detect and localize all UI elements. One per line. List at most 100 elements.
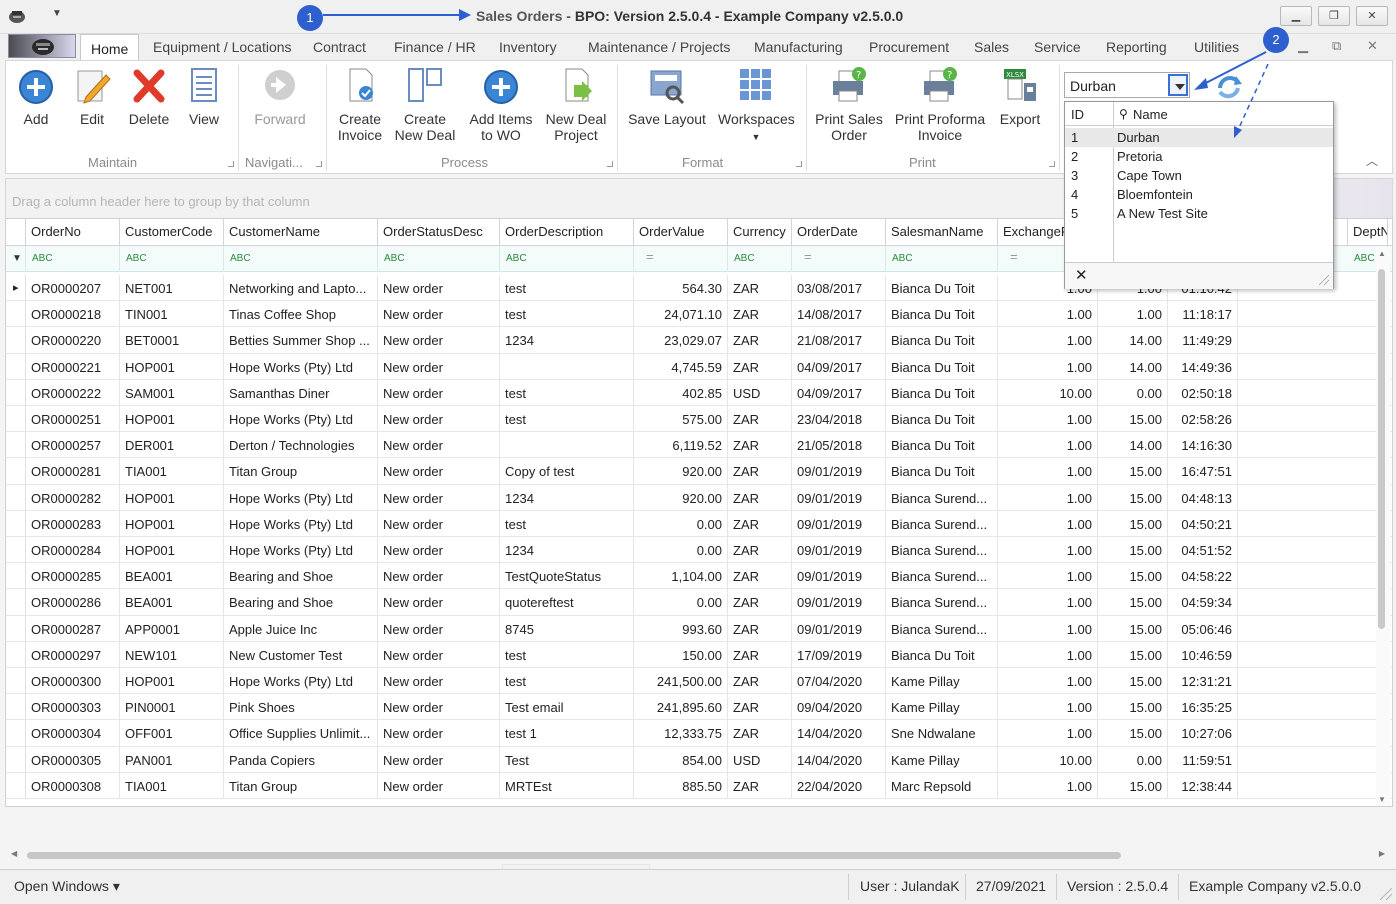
cell-ordervalue[interactable]: 12,333.75 — [634, 720, 728, 747]
cell-ordervalue[interactable]: 564.30 — [634, 275, 728, 301]
cell-status[interactable]: New order — [378, 668, 500, 694]
new-deal-project-button[interactable]: New Deal Project — [544, 65, 608, 143]
row-indicator[interactable] — [6, 589, 26, 616]
cell-orderdate[interactable]: 07/04/2020 — [792, 668, 886, 694]
cell-ordervalue[interactable]: 241,500.00 — [634, 668, 728, 694]
row-indicator[interactable] — [6, 563, 26, 590]
cell-status[interactable]: New order — [378, 563, 500, 590]
cell-ordervalue[interactable]: 0.00 — [634, 510, 728, 537]
cell-orderdate[interactable]: 04/09/2017 — [792, 353, 886, 380]
row-indicator[interactable] — [6, 510, 26, 537]
cell-status[interactable]: New order — [378, 301, 500, 328]
cell-exchangerate[interactable]: 10.00 — [998, 379, 1098, 406]
edit-button[interactable]: Edit — [72, 65, 112, 127]
tab-sales[interactable]: Sales — [974, 39, 1009, 55]
cell-orderno[interactable]: OR0000284 — [26, 537, 120, 563]
cell-customername[interactable]: Hope Works (Pty) Ltd — [224, 537, 378, 563]
cell-orderdate[interactable]: 09/01/2019 — [792, 589, 886, 616]
cell-customername[interactable]: Hope Works (Pty) Ltd — [224, 668, 378, 694]
cell-orderno[interactable]: OR0000220 — [26, 327, 120, 354]
cell-time[interactable]: 16:35:25 — [1168, 694, 1238, 721]
cell-orderdate[interactable]: 09/04/2020 — [792, 694, 886, 721]
column-header-salesmanname[interactable]: SalesmanName — [886, 219, 998, 246]
cell-exchangerate[interactable]: 1.00 — [998, 301, 1098, 328]
cell-customercode[interactable]: SAM001 — [120, 379, 224, 406]
cell-rate-2[interactable]: 15.00 — [1098, 694, 1168, 721]
column-header-deptn[interactable]: DeptN — [1348, 219, 1388, 246]
cell-orderdate[interactable]: 09/01/2019 — [792, 615, 886, 642]
cell-customername[interactable]: Panda Copiers — [224, 746, 378, 773]
cell-currency[interactable]: ZAR — [728, 327, 792, 354]
tab-finance-hr[interactable]: Finance / HR — [394, 39, 476, 55]
row-indicator[interactable] — [6, 537, 26, 563]
table-row[interactable]: OR0000220 BET0001 Betties Summer Shop ... N… — [6, 327, 1392, 354]
cell-status[interactable]: New order — [378, 432, 500, 459]
tab-service[interactable]: Service — [1034, 39, 1081, 55]
cell-exchangerate[interactable]: 1.00 — [998, 432, 1098, 459]
cell-currency[interactable]: ZAR — [728, 406, 792, 432]
cell-status[interactable]: New order — [378, 694, 500, 721]
filter-currency[interactable]: ABC — [728, 246, 792, 272]
cell-status[interactable]: New order — [378, 641, 500, 668]
tab-reporting[interactable]: Reporting — [1106, 39, 1167, 55]
cell-ordervalue[interactable]: 885.50 — [634, 772, 728, 799]
row-indicator[interactable] — [6, 668, 26, 694]
cell-currency[interactable]: ZAR — [728, 458, 792, 485]
cell-status[interactable]: New order — [378, 589, 500, 616]
cell-customername[interactable]: Derton / Technologies — [224, 432, 378, 459]
cell-description[interactable]: MRTEst — [500, 772, 634, 799]
vertical-scrollbar[interactable]: ▲ ▼ — [1376, 247, 1390, 806]
cell-customername[interactable]: New Customer Test — [224, 641, 378, 668]
table-row[interactable]: OR0000218 TIN001 Tinas Coffee Shop New orde… — [6, 301, 1392, 328]
print-group-expand-icon[interactable] — [1049, 161, 1055, 167]
cell-time[interactable]: 12:38:44 — [1168, 772, 1238, 799]
row-indicator[interactable] — [6, 379, 26, 406]
tab-home[interactable]: Home — [80, 34, 140, 61]
cell-salesman[interactable]: Bianca Du Toit — [886, 327, 998, 354]
cell-currency[interactable]: ZAR — [728, 772, 792, 799]
cell-status[interactable]: New order — [378, 379, 500, 406]
filter-customercode[interactable]: ABC — [120, 246, 224, 272]
cell-exchangerate[interactable]: 1.00 — [998, 589, 1098, 616]
row-indicator[interactable] — [6, 327, 26, 354]
table-row[interactable]: OR0000251 HOP001 Hope Works (Pty) Ltd New o… — [6, 406, 1392, 433]
cell-currency[interactable]: USD — [728, 379, 792, 406]
cell-description[interactable]: test — [500, 641, 634, 668]
column-header-currency[interactable]: Currency — [728, 219, 792, 246]
cell-orderdate[interactable]: 04/09/2017 — [792, 379, 886, 406]
cell-orderno[interactable]: OR0000251 — [26, 406, 120, 432]
dropdown-resize-grip-icon[interactable] — [1319, 275, 1329, 285]
cell-customercode[interactable]: TIA001 — [120, 772, 224, 799]
cell-orderdate[interactable]: 14/04/2020 — [792, 720, 886, 747]
cell-orderno[interactable]: OR0000281 — [26, 458, 120, 485]
cell-status[interactable]: New order — [378, 353, 500, 380]
cell-customercode[interactable]: HOP001 — [120, 510, 224, 537]
cell-orderdate[interactable]: 09/01/2019 — [792, 484, 886, 511]
tab-contract[interactable]: Contract — [313, 39, 366, 55]
cell-ordervalue[interactable]: 920.00 — [634, 458, 728, 485]
cell-time[interactable]: 10:46:59 — [1168, 641, 1238, 668]
dropdown-col-id[interactable]: ID — [1071, 107, 1084, 122]
cell-description[interactable]: test 1 — [500, 720, 634, 747]
cell-currency[interactable]: ZAR — [728, 694, 792, 721]
cell-status[interactable]: New order — [378, 458, 500, 485]
cell-salesman[interactable]: Kame Pillay — [886, 694, 998, 721]
cell-orderdate[interactable]: 17/09/2019 — [792, 641, 886, 668]
cell-rate-2[interactable]: 15.00 — [1098, 772, 1168, 799]
cell-ordervalue[interactable]: 993.60 — [634, 615, 728, 642]
cell-salesman[interactable]: Bianca Surend... — [886, 484, 998, 511]
vertical-scroll-thumb[interactable] — [1378, 269, 1385, 629]
cell-description[interactable]: 1234 — [500, 537, 634, 563]
horizontal-scrollbar[interactable]: ◀ ▶ — [5, 845, 1393, 865]
cell-rate-2[interactable]: 0.00 — [1098, 746, 1168, 773]
cell-exchangerate[interactable]: 1.00 — [998, 720, 1098, 747]
cell-status[interactable]: New order — [378, 484, 500, 511]
cell-currency[interactable]: ZAR — [728, 615, 792, 642]
cell-ordervalue[interactable]: 0.00 — [634, 589, 728, 616]
cell-description[interactable]: test — [500, 510, 634, 537]
cell-description[interactable]: Test — [500, 746, 634, 773]
dropdown-col-name[interactable]: Name — [1133, 107, 1168, 122]
cell-salesman[interactable]: Bianca Du Toit — [886, 353, 998, 380]
dropdown-option-pretoria[interactable]: 2 Pretoria — [1065, 147, 1333, 166]
cell-exchangerate[interactable]: 1.00 — [998, 458, 1098, 485]
